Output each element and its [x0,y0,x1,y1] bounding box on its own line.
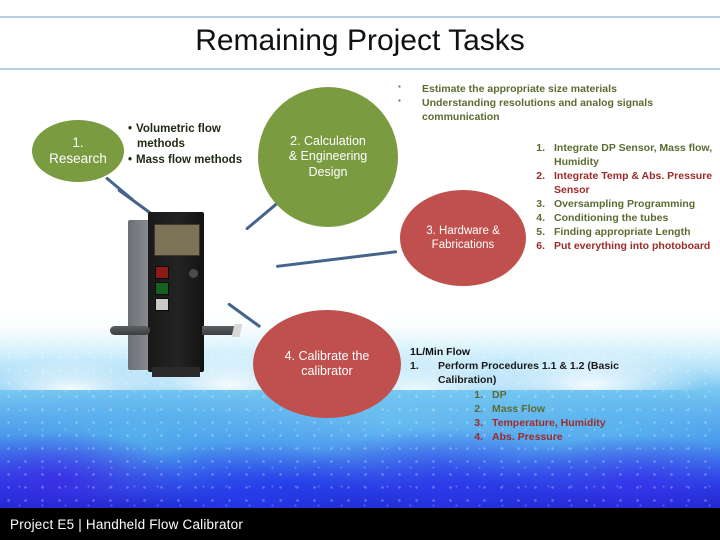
flow-procedure-block: 1L/Min Flow 1. Perform Procedures 1.1 & … [410,345,660,444]
list-item-label: Temperature, Humidity [492,416,606,429]
list-item-label: Oversampling Programming [554,197,696,210]
list-item-number: 3. [536,197,545,210]
node-research-line2: Research [49,151,107,166]
node-hardware-line2: Fabrications [431,239,495,251]
list-item: 1. Integrate DP Sensor, Mass flow, Humidi… [528,142,718,170]
footer-text: Project E5 | Handheld Flow Calibrator [10,516,244,532]
list-item: 3. Oversampling Programming [528,198,718,212]
list-item-label: Abs. Pressure [492,431,563,444]
node-hardware-line1: 3. Hardware & [426,224,500,237]
calibrator-device-illustration [110,212,238,377]
list-item: 4. Abs. Pressure [466,430,660,444]
node-research[interactable]: 1. Research [32,120,124,182]
list-item-number: 2. [474,402,483,415]
page-title: Remaining Project Tasks [195,24,525,57]
footer-bar: Project E5 | Handheld Flow Calibrator [0,508,720,540]
device-right-port [202,326,236,335]
list-item-number: 6. [536,239,545,252]
list-item-label: DP [492,388,507,401]
node-hardware-fabrications[interactable]: 3. Hardware & Fabrications [400,190,526,286]
node-calc-line1: 2. Calculation [290,134,366,149]
list-item-number: 5. [536,225,545,238]
device-red-button [155,266,169,279]
device-grey-button [155,298,169,311]
connector-line-2 [245,200,281,231]
hardware-task-list: 1. Integrate DP Sensor, Mass flow, Humidi… [528,142,718,254]
list-item-number: 2. [536,169,545,182]
flow-item-number: 1. [410,360,419,373]
device-left-port [110,326,150,335]
list-item-number: 1. [536,142,545,154]
list-item: Volumetric flow methods [136,122,256,152]
flow-sub-list: 1. DP 2. Mass Flow 3. Temperature, Humidity 4.… [466,388,660,445]
device-knob [188,268,199,279]
list-item: Understanding resolutions and analog sig… [392,96,692,125]
node-research-line1: 1. [72,134,84,150]
list-item: 2. Mass Flow [466,402,660,416]
device-green-button [155,282,169,295]
list-item-number: 4. [536,211,545,224]
list-item-number: 4. [474,431,483,444]
list-item: 2. Integrate Temp & Abs. Pressure Sensor [528,170,718,198]
calculation-bullet-list: Estimate the appropriate size materials … [392,82,692,125]
connector-line-5 [105,176,135,202]
title-rule-top [0,16,720,18]
flow-heading: 1L/Min Flow [410,346,471,358]
slide-canvas: Remaining Project Tasks 1. Research Volu… [0,0,720,540]
list-item-label: Mass Flow [492,402,546,415]
title-rule-bottom [0,68,720,70]
device-side-panel [128,220,150,370]
list-item-label: Integrate Temp & Abs. Pressure Sensor [554,169,713,196]
node-calibrate-the-calibrator[interactable]: 4. Calibrate the calibrator [253,310,401,418]
flow-item-text: Perform Procedures 1.1 & 1.2 (Basic Cali… [438,360,619,387]
list-item-label: Put everything into photoboard [554,239,711,252]
list-item: 1. DP [466,388,660,402]
research-bullet-list: Volumetric flow methods Mass flow method… [128,122,256,169]
node-calc-line3: Design [308,164,348,179]
list-item: Mass flow methods [136,153,256,168]
list-item: 6. Put everything into photoboard [528,240,718,254]
device-screen [154,224,200,256]
list-item-label: Conditioning the tubes [554,211,669,224]
list-item-number: 3. [474,416,483,429]
list-item: Estimate the appropriate size materials [392,82,692,97]
list-item: 3. Temperature, Humidity [466,416,660,430]
list-item: 4. Conditioning the tubes [528,212,718,226]
device-base [152,367,200,377]
node-calibrate-line2: calibrator [301,364,353,378]
node-calculation-engineering-design[interactable]: 2. Calculation & Engineering Design [258,87,398,227]
node-calibrate-line1: 4. Calibrate the [284,348,370,363]
node-calc-line2: & Engineering [288,149,368,164]
list-item-label: Integrate DP Sensor, Mass flow, Humidity [554,142,713,168]
list-item: 5. Finding appropriate Length [528,226,718,240]
flow-item-row: 1. Perform Procedures 1.1 & 1.2 (Basic C… [410,359,660,387]
connector-line-3 [275,250,398,268]
list-item-number: 1. [474,388,483,401]
list-item-label: Finding appropriate Length [554,225,691,238]
